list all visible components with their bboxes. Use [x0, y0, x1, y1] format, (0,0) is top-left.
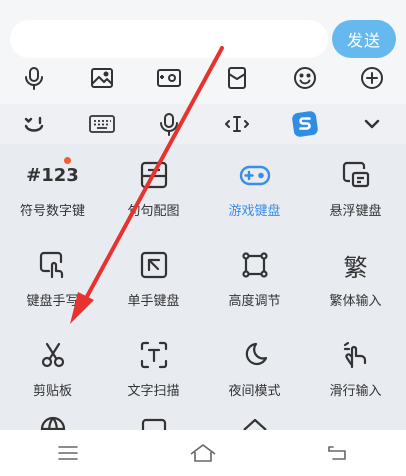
grid-item-game-keyboard[interactable]: 游戏键盘	[204, 148, 305, 238]
grid-item-one-hand-keyboard[interactable]: 单手键盘	[103, 238, 204, 328]
grid-item-height-adjust[interactable]: 高度调节	[204, 238, 305, 328]
keyboard-switch-button[interactable]	[68, 104, 136, 144]
red-envelope-button[interactable]	[203, 60, 271, 96]
grid-item-label: 滑行输入	[329, 384, 382, 399]
chat-tool-row	[0, 60, 406, 96]
sentence-image-icon	[137, 158, 171, 192]
grid-item-symbol-number[interactable]: #123 符号数字键	[2, 148, 103, 238]
system-nav-bar	[0, 430, 406, 476]
home-button[interactable]	[135, 430, 270, 476]
emoji-button[interactable]	[271, 60, 339, 96]
grid-item-partial[interactable]	[204, 410, 305, 430]
voice-input-button[interactable]	[135, 104, 203, 144]
smile-logo-icon	[24, 116, 44, 132]
camera-button[interactable]	[135, 60, 203, 96]
grid-item-clipboard[interactable]: 剪贴板	[2, 328, 103, 418]
swipe-hand-icon	[339, 338, 373, 372]
grid-item-partial[interactable]	[103, 410, 204, 430]
voice-button[interactable]	[0, 60, 68, 96]
height-adjust-icon	[238, 248, 272, 282]
recents-button[interactable]	[0, 430, 135, 476]
globe-icon	[36, 414, 70, 430]
keyboard-icon	[88, 115, 115, 133]
chevron-down-icon	[364, 119, 380, 129]
microphone-icon	[24, 67, 43, 90]
keyboard-toolbar	[0, 104, 406, 144]
image-icon	[90, 68, 113, 88]
grid-item-label: 繁体输入	[329, 294, 382, 309]
camera-icon	[157, 69, 182, 87]
keyboard-feature-grid: #123 符号数字键 句句配图 游戏键盘 悬浮键盘 键盘手写 单手键盘 高度调节…	[0, 148, 406, 430]
symbol-number-icon-text: #123	[26, 164, 79, 186]
grid-item-swipe-input[interactable]: 滑行输入	[305, 328, 406, 418]
photo-button[interactable]	[68, 60, 136, 96]
red-envelope-icon	[227, 67, 246, 89]
back-icon	[328, 446, 347, 460]
sogou-settings-button[interactable]	[271, 104, 339, 144]
gamepad-icon	[238, 158, 272, 192]
notification-dot	[63, 157, 71, 164]
grid-item-partial[interactable]	[2, 410, 103, 430]
message-input[interactable]	[10, 20, 328, 58]
one-hand-keyboard-icon	[137, 248, 171, 282]
symbol-number-icon: #123	[26, 157, 79, 192]
grid-item-label: 符号数字键	[19, 204, 85, 219]
grid-item-label: 文字扫描	[127, 384, 180, 399]
grid-item-text-scan[interactable]: 文字扫描	[103, 328, 204, 418]
collapse-toolbar-button[interactable]	[338, 104, 406, 144]
cursor-icon	[224, 116, 249, 132]
plus-icon	[361, 67, 384, 89]
emoji-keyboard-button[interactable]	[0, 104, 68, 144]
more-button[interactable]	[338, 60, 406, 96]
grid-item-handwriting[interactable]: 键盘手写	[2, 238, 103, 328]
sogou-logo-icon	[291, 111, 318, 137]
grid-item-floating-keyboard[interactable]: 悬浮键盘	[305, 148, 406, 238]
grid-item-traditional-chinese[interactable]: 繁 繁体输入	[305, 238, 406, 328]
composer-row: 发送	[0, 14, 406, 64]
back-button[interactable]	[271, 430, 406, 476]
menu-icon	[57, 446, 78, 460]
partial-icon	[238, 414, 272, 430]
grid-item-label: 句句配图	[127, 204, 180, 219]
grid-item-label: 夜间模式	[228, 384, 281, 399]
send-button[interactable]: 发送	[332, 20, 396, 58]
grid-item-label: 游戏键盘	[228, 204, 281, 219]
traditional-chinese-icon-text: 繁	[343, 253, 368, 282]
partial-icon	[137, 414, 171, 430]
grid-item-night-mode[interactable]: 夜间模式	[204, 328, 305, 418]
home-icon	[190, 444, 216, 462]
emoji-icon	[293, 67, 316, 89]
microphone-icon	[160, 113, 179, 136]
cursor-move-button[interactable]	[203, 104, 271, 144]
floating-keyboard-icon	[339, 158, 373, 192]
grid-item-label: 悬浮键盘	[329, 204, 382, 219]
handwriting-icon	[36, 248, 70, 282]
moon-icon	[238, 338, 272, 372]
text-scan-icon	[137, 338, 171, 372]
grid-item-label: 键盘手写	[26, 294, 79, 309]
grid-item-label: 剪贴板	[32, 384, 72, 399]
traditional-chinese-icon: 繁	[339, 248, 373, 282]
grid-item-label: 高度调节	[228, 294, 281, 309]
grid-item-sentence-image[interactable]: 句句配图	[103, 148, 204, 238]
grid-item-label: 单手键盘	[127, 294, 180, 309]
scissors-icon	[36, 338, 70, 372]
